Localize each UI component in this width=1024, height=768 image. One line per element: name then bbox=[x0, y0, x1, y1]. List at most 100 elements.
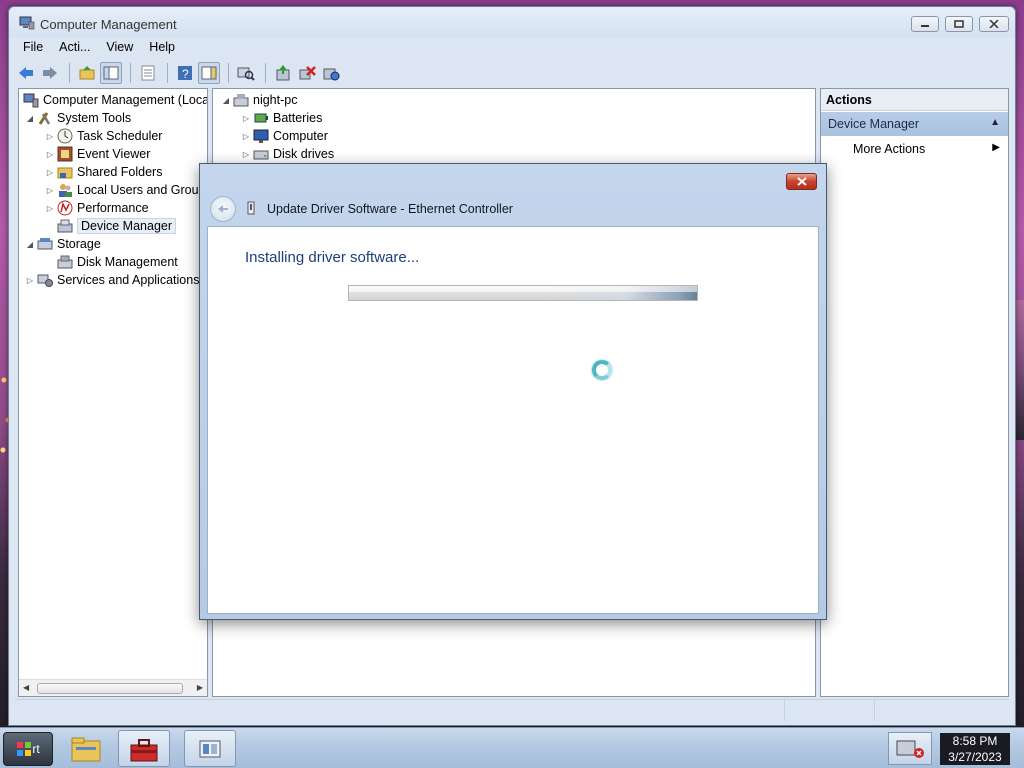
scan-hardware-button[interactable] bbox=[235, 62, 257, 84]
scroll-right-icon[interactable]: ▶ bbox=[197, 683, 203, 692]
expand-triangle-icon[interactable]: ▷ bbox=[45, 132, 55, 141]
more-actions-item[interactable]: More Actions bbox=[853, 142, 925, 156]
dialog-close-button[interactable] bbox=[786, 173, 817, 190]
toolbar-separator bbox=[69, 63, 70, 83]
tree-node-services-apps[interactable]: ▷ Services and Applications bbox=[25, 271, 199, 289]
disk-management-icon bbox=[57, 255, 73, 269]
tree-label-services-apps: Services and Applications bbox=[57, 273, 200, 287]
up-level-button[interactable] bbox=[76, 62, 98, 84]
device-label-disk-drives: Disk drives bbox=[273, 147, 335, 161]
toolbar: ? bbox=[15, 61, 344, 85]
tree-node-device-manager[interactable]: Device Manager bbox=[57, 217, 177, 235]
uninstall-icon bbox=[299, 66, 316, 80]
help-button[interactable]: ? bbox=[174, 62, 196, 84]
restore-icon bbox=[954, 20, 964, 28]
menu-view[interactable]: View bbox=[98, 39, 141, 59]
tree-node-storage[interactable]: ◢ Storage bbox=[25, 235, 101, 253]
action-pane-icon bbox=[201, 66, 217, 80]
tree-node-system-tools[interactable]: ◢ System Tools bbox=[25, 109, 131, 127]
expand-triangle-icon[interactable]: ▷ bbox=[241, 132, 251, 141]
taskbar-toolbox-button[interactable] bbox=[118, 730, 170, 767]
taskbar-computer-management-button[interactable] bbox=[184, 730, 236, 767]
event-viewer-icon bbox=[57, 146, 73, 162]
toolbar-separator bbox=[228, 63, 229, 83]
tree-horizontal-scrollbar[interactable]: ◀ ▶ bbox=[19, 679, 207, 696]
back-arrow-icon bbox=[19, 67, 33, 79]
uninstall-button[interactable] bbox=[296, 62, 318, 84]
back-button[interactable] bbox=[15, 62, 37, 84]
tree-label-local-users: Local Users and Group bbox=[77, 183, 206, 197]
menu-action[interactable]: Acti... bbox=[51, 39, 98, 59]
collapse-triangle-icon[interactable]: ◢ bbox=[25, 240, 35, 249]
taskbar: rt 8:58 PM 3/27/2023 bbox=[0, 727, 1024, 768]
update-driver-button[interactable] bbox=[272, 62, 294, 84]
tree-node-disk-management[interactable]: Disk Management bbox=[57, 253, 178, 271]
tree-node-performance[interactable]: ▷ Performance bbox=[45, 199, 149, 217]
scan-hardware-icon bbox=[237, 67, 255, 81]
scrollbar-thumb[interactable] bbox=[37, 683, 183, 694]
storage-icon bbox=[37, 238, 53, 250]
expand-triangle-icon[interactable]: ▷ bbox=[45, 186, 55, 195]
collapse-up-icon[interactable]: ▲ bbox=[990, 117, 1000, 128]
collapse-triangle-icon[interactable]: ◢ bbox=[221, 96, 231, 105]
forward-button[interactable] bbox=[39, 62, 61, 84]
close-button[interactable] bbox=[979, 16, 1009, 32]
computer-icon bbox=[233, 94, 249, 107]
disk-drive-icon bbox=[253, 150, 269, 160]
maximize-button[interactable] bbox=[945, 16, 973, 32]
minimize-button[interactable] bbox=[911, 16, 939, 32]
shared-folder-icon bbox=[57, 167, 73, 179]
expand-triangle-icon[interactable]: ▷ bbox=[241, 150, 251, 159]
expand-triangle-icon[interactable]: ▷ bbox=[25, 276, 35, 285]
window-title: Computer Management bbox=[40, 17, 177, 32]
dialog-title: Update Driver Software - Ethernet Contro… bbox=[267, 202, 513, 216]
device-node-batteries[interactable]: ▷ Batteries bbox=[241, 109, 322, 127]
start-button[interactable]: rt bbox=[3, 732, 53, 766]
installing-heading: Installing driver software... bbox=[245, 249, 420, 266]
system-clock[interactable]: 8:58 PM 3/27/2023 bbox=[940, 733, 1010, 765]
update-driver-dialog: Update Driver Software - Ethernet Contro… bbox=[199, 163, 827, 620]
status-bar bbox=[15, 699, 1009, 721]
title-bar[interactable]: Computer Management bbox=[9, 7, 1015, 37]
tree-node-root[interactable]: Computer Management (Local bbox=[23, 91, 207, 109]
scroll-left-icon[interactable]: ◀ bbox=[23, 683, 29, 692]
device-node-computer[interactable]: ▷ Computer bbox=[241, 127, 328, 145]
menu-help[interactable]: Help bbox=[141, 39, 183, 59]
console-tree-pane[interactable]: Computer Management (Local ◢ System Tool… bbox=[18, 88, 208, 697]
network-error-icon bbox=[896, 740, 924, 758]
menu-file[interactable]: File bbox=[15, 39, 51, 59]
tree-label-performance: Performance bbox=[77, 201, 149, 215]
enable-device-button[interactable] bbox=[320, 62, 342, 84]
actions-pane: Actions Device Manager ▲ More Actions ▶ bbox=[820, 88, 1009, 697]
submenu-arrow-icon[interactable]: ▶ bbox=[992, 142, 1000, 153]
device-manager-icon bbox=[57, 219, 73, 233]
forward-arrow-icon bbox=[43, 67, 57, 79]
tree-node-event-viewer[interactable]: ▷ Event Viewer bbox=[45, 145, 150, 163]
dialog-back-button[interactable] bbox=[210, 196, 236, 222]
services-icon bbox=[37, 274, 53, 287]
toolbar-separator bbox=[265, 63, 266, 83]
tree-label-shared-folders: Shared Folders bbox=[77, 165, 163, 179]
toolbar-separator bbox=[130, 63, 131, 83]
computer-management-icon bbox=[23, 93, 39, 108]
tree-node-shared-folders[interactable]: ▷ Shared Folders bbox=[45, 163, 163, 181]
show-hide-console-tree-button[interactable] bbox=[100, 62, 122, 84]
expand-triangle-icon[interactable]: ▷ bbox=[241, 114, 251, 123]
close-icon bbox=[796, 177, 807, 186]
properties-button[interactable] bbox=[137, 62, 159, 84]
actions-section-device-manager[interactable]: Device Manager ▲ bbox=[821, 112, 1008, 136]
tree-node-local-users[interactable]: ▷ Local Users and Group bbox=[45, 181, 206, 199]
expand-triangle-icon[interactable]: ▷ bbox=[45, 204, 55, 213]
tray-network-icon[interactable] bbox=[888, 732, 932, 765]
show-hide-action-pane-button[interactable] bbox=[198, 62, 220, 84]
device-node-computer-name[interactable]: ◢ night-pc bbox=[221, 91, 298, 109]
tree-node-task-scheduler[interactable]: ▷ Task Scheduler bbox=[45, 127, 162, 145]
expand-triangle-icon[interactable]: ▷ bbox=[45, 150, 55, 159]
taskbar-explorer-button[interactable] bbox=[60, 730, 112, 767]
menu-bar: File Acti... View Help bbox=[15, 39, 183, 59]
expand-triangle-icon[interactable]: ▷ bbox=[45, 168, 55, 177]
toolbar-separator bbox=[167, 63, 168, 83]
device-node-disk-drives[interactable]: ▷ Disk drives bbox=[241, 145, 334, 163]
device-label-computer-name: night-pc bbox=[253, 93, 298, 107]
collapse-triangle-icon[interactable]: ◢ bbox=[25, 114, 35, 123]
